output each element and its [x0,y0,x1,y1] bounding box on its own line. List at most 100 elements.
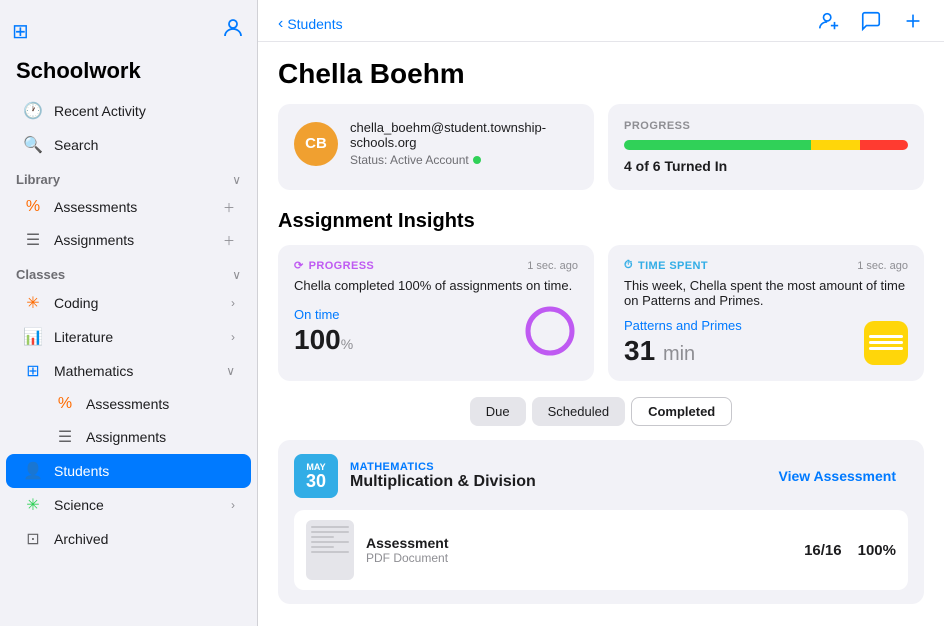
library-section-header: Library ∨ [0,162,257,191]
view-assessment-button[interactable]: View Assessment [766,462,908,490]
sidebar-item-students[interactable]: 👤 Students [6,454,251,488]
filter-completed-button[interactable]: Completed [631,397,732,426]
time-stat-subject: Patterns and Primes [624,318,742,333]
progress-insight-type: ⟳ PROGRESS [294,259,374,272]
sidebar-item-science[interactable]: ✳ Science › [6,488,251,522]
math-assessments-icon: % [54,395,76,413]
doc-score: 16/16 [804,542,842,559]
assignment-info: MATHEMATICS Multiplication & Division [350,461,754,491]
student-info-card: CB chella_boehm@student.township-schools… [278,104,594,190]
progress-insight-desc: Chella completed 100% of assignments on … [294,278,578,293]
progress-bar [624,140,908,150]
sidebar-label-mathematics: Mathematics [54,363,216,379]
header-actions [818,10,924,37]
time-insight-time: 1 sec. ago [857,260,908,272]
status-label: Status: Active Account [350,153,469,167]
progress-insight-card: ⟳ PROGRESS 1 sec. ago Chella completed 1… [278,245,594,381]
doc-info: Assessment PDF Document [366,535,792,565]
doc-line4 [311,541,349,543]
sidebar-item-math-assessments[interactable]: % Assessments [6,388,251,420]
science-chevron-icon: › [231,498,235,512]
filter-scheduled-button[interactable]: Scheduled [532,397,625,426]
sidebar-item-library-assessments[interactable]: % Assessments ＋ [6,191,251,223]
doc-name: Assessment [366,535,792,551]
literature-chevron-icon: › [231,330,235,344]
progress-icon: ⟳ [294,259,304,272]
doc-type: PDF Document [366,551,792,565]
progress-insight-header: ⟳ PROGRESS 1 sec. ago [294,259,578,272]
sidebar-top: ⊞ [0,12,257,54]
progress-stat-label: On time [294,307,353,322]
math-assignments-icon: ☰ [54,427,76,447]
students-icon: 👤 [22,461,44,481]
doc-thumb-lines [306,520,354,559]
progress-bar-green [624,140,811,150]
sidebar-label-search: Search [54,137,235,153]
mathematics-icon: ⊞ [22,361,44,381]
coding-icon: ✳ [22,293,44,313]
filter-tabs: Due Scheduled Completed [278,397,924,426]
sidebar-item-library-assignments[interactable]: ☰ Assignments ＋ [6,223,251,257]
back-label: Students [287,16,342,32]
sidebar-item-math-assignments[interactable]: ☰ Assignments [6,420,251,454]
sidebar-item-search[interactable]: 🔍 Search [6,128,251,162]
user-icon-button[interactable] [221,16,245,46]
time-icon: ⏱ [624,259,633,272]
date-badge: MAY 30 [294,454,338,498]
sidebar-label-coding: Coding [54,295,221,311]
classes-chevron-icon: ∨ [232,268,241,282]
time-stat-value: 31 min [624,335,742,367]
sidebar-label-literature: Literature [54,329,221,345]
sidebar-label-math-assignments: Assignments [86,429,235,445]
time-insight-type: ⏱ TIME SPENT [624,259,708,272]
app-title: Schoolwork [0,54,257,94]
doc-line6 [311,551,349,553]
literature-icon: 📊 [22,327,44,347]
student-details: chella_boehm@student.township-schools.or… [350,120,578,167]
sidebar-item-recent-activity[interactable]: 🕐 Recent Activity [6,94,251,128]
add-button[interactable] [902,10,924,37]
classes-label: Classes [16,267,65,282]
add-assignments-icon[interactable]: ＋ [223,232,235,249]
sidebar-toggle-button[interactable]: ⊞ [12,19,29,44]
app-icon-line1 [869,335,903,338]
status-dot-icon [473,156,481,164]
doc-line1 [311,526,349,528]
back-button[interactable]: ‹ Students [278,15,343,33]
sidebar-label-math-assessments: Assessments [86,396,235,412]
progress-stat-left: On time 100% [294,307,353,356]
app-icon-line3 [869,347,903,350]
sidebar-label-library-assessments: Assessments [54,199,213,215]
library-label: Library [16,172,60,187]
sidebar-label-archived: Archived [54,531,235,547]
student-name: Chella Boehm [278,58,924,90]
assignment-subject: MATHEMATICS [350,461,754,473]
time-stat-left: Patterns and Primes 31 min [624,318,742,367]
sidebar-item-archived[interactable]: ⊡ Archived [6,522,251,556]
app-icon-line2 [869,341,903,344]
sidebar-label-library-assignments: Assignments [54,232,213,248]
message-button[interactable] [860,10,882,37]
main-body: Chella Boehm CB chella_boehm@student.tow… [258,42,944,626]
doc-thumbnail [306,520,354,580]
doc-line3 [311,536,334,538]
sidebar-item-coding[interactable]: ✳ Coding › [6,286,251,320]
add-assessments-icon[interactable]: ＋ [223,199,235,216]
back-chevron-icon: ‹ [278,15,283,33]
filter-due-button[interactable]: Due [470,397,526,426]
clock-icon: 🕐 [22,101,44,121]
progress-insight-stat: On time 100% [294,303,578,359]
progress-bar-red [860,140,908,150]
sidebar-item-mathematics[interactable]: ⊞ Mathematics ∨ [6,354,251,388]
assignment-doc: Assessment PDF Document 16/16 100% [294,510,908,590]
progress-stat-value: 100% [294,324,353,356]
coding-chevron-icon: › [231,296,235,310]
classes-section-header: Classes ∨ [0,257,257,286]
assessments-icon: % [22,198,44,216]
add-student-button[interactable] [818,10,840,37]
progress-stat-unit: % [341,336,353,352]
doc-line2 [311,531,349,533]
insights-title: Assignment Insights [278,210,924,233]
sidebar-item-literature[interactable]: 📊 Literature › [6,320,251,354]
time-insight-desc: This week, Chella spent the most amount … [624,278,908,308]
